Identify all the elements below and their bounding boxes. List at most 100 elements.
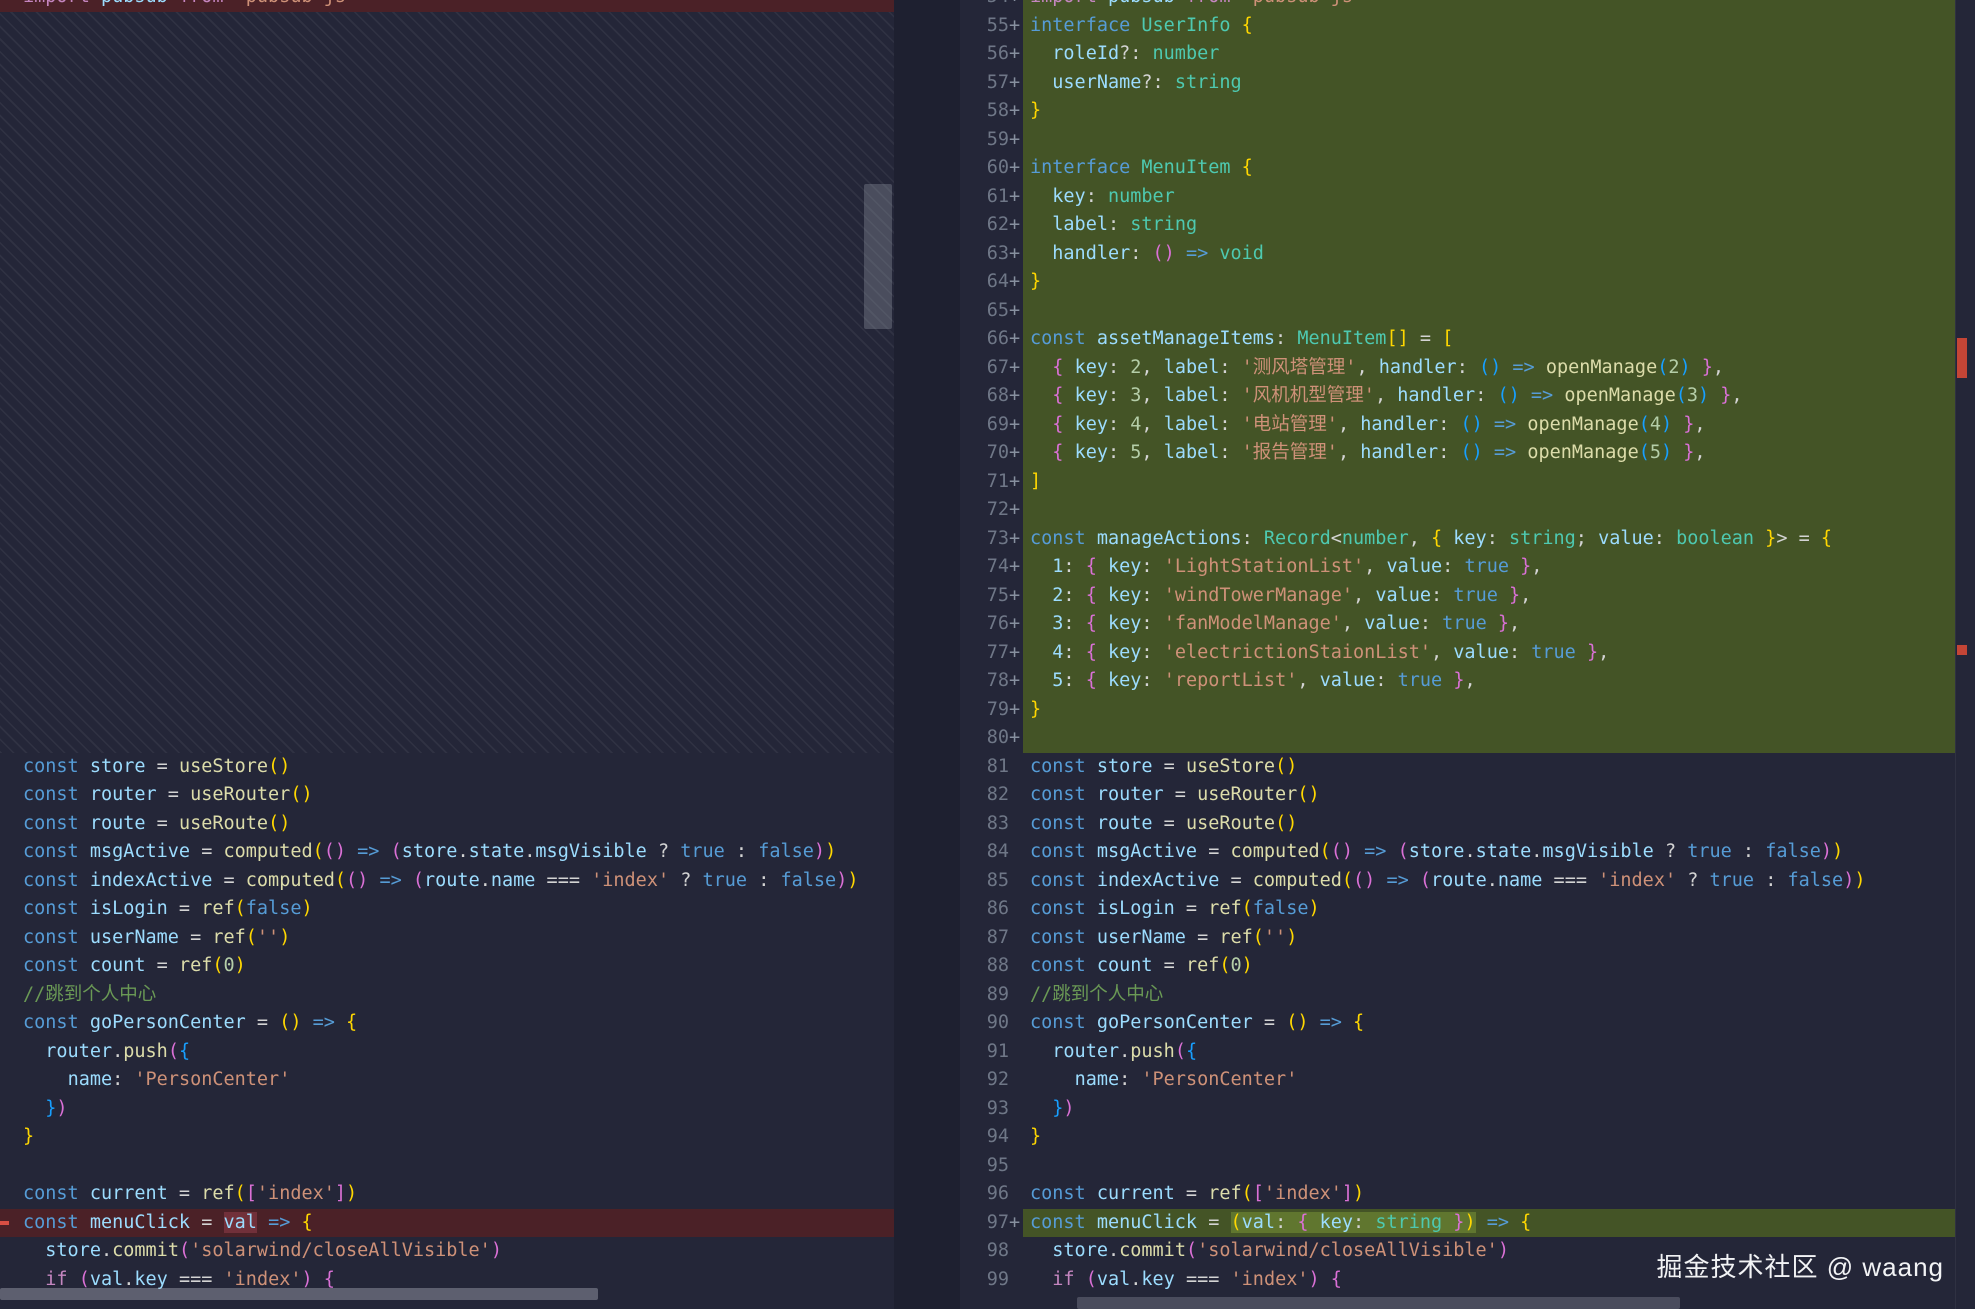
line-number-gutter[interactable]: 74+	[960, 553, 1023, 582]
line-number-gutter[interactable]: 81	[960, 753, 1023, 782]
code-line[interactable]: 67+ { key: 2, label: '测风塔管理', handler: (…	[960, 354, 1955, 383]
line-number-gutter[interactable]: 58+	[960, 97, 1023, 126]
line-number-gutter[interactable]: 55+	[960, 12, 1023, 41]
code-line[interactable]: //跳到个人中心	[0, 981, 894, 1010]
line-number-gutter[interactable]: 59+	[960, 126, 1023, 155]
code-line[interactable]: 95	[960, 1152, 1955, 1181]
line-number-gutter[interactable]: 70+	[960, 439, 1023, 468]
line-number-gutter[interactable]: 56+	[960, 40, 1023, 69]
line-number-gutter[interactable]: 97+	[960, 1209, 1023, 1238]
code-line[interactable]: 87const userName = ref('')	[960, 924, 1955, 953]
code-line[interactable]: router.push({	[0, 1038, 894, 1067]
code-line[interactable]: store.commit('solarwind/closeAllVisible'…	[0, 1237, 894, 1266]
code-line[interactable]: const count = ref(0)	[0, 952, 894, 981]
code-line[interactable]: 94}	[960, 1123, 1955, 1152]
code-line[interactable]: 80+	[960, 724, 1955, 753]
line-number-gutter[interactable]: 94	[960, 1123, 1023, 1152]
code-line[interactable]: })	[0, 1095, 894, 1124]
code-line[interactable]: 65+	[960, 297, 1955, 326]
line-number-gutter[interactable]: 87	[960, 924, 1023, 953]
line-number-gutter[interactable]: 79+	[960, 696, 1023, 725]
code-line[interactable]: 93 })	[960, 1095, 1955, 1124]
code-line[interactable]: 62+ label: string	[960, 211, 1955, 240]
line-number-gutter[interactable]: 71+	[960, 468, 1023, 497]
overview-ruler-diff-mark[interactable]	[1957, 645, 1967, 655]
code-line[interactable]: 85const indexActive = computed(() => (ro…	[960, 867, 1955, 896]
modified-editor-pane[interactable]: 54+import pubsub from 'pubsub-js'55+inte…	[960, 0, 1955, 1309]
line-number-gutter[interactable]: 80+	[960, 724, 1023, 753]
line-number-gutter[interactable]: 83	[960, 810, 1023, 839]
line-number-gutter[interactable]: 95	[960, 1152, 1023, 1181]
code-line[interactable]: 77+ 4: { key: 'electrictionStaionList', …	[960, 639, 1955, 668]
code-line[interactable]: 59+	[960, 126, 1955, 155]
code-line[interactable]: 91 router.push({	[960, 1038, 1955, 1067]
code-line[interactable]: 96const current = ref(['index'])	[960, 1180, 1955, 1209]
line-number-gutter[interactable]: 89	[960, 981, 1023, 1010]
code-line[interactable]: 58+}	[960, 97, 1955, 126]
line-number-gutter[interactable]: 82	[960, 781, 1023, 810]
line-number-gutter[interactable]: 57+	[960, 69, 1023, 98]
code-line[interactable]: 78+ 5: { key: 'reportList', value: true …	[960, 667, 1955, 696]
code-line[interactable]: 71+]	[960, 468, 1955, 497]
line-number-gutter[interactable]: 96	[960, 1180, 1023, 1209]
line-number-gutter[interactable]: 72+	[960, 496, 1023, 525]
left-vertical-scrollbar-thumb[interactable]	[864, 184, 892, 329]
code-line[interactable]: 61+ key: number	[960, 183, 1955, 212]
line-number-gutter[interactable]: 60+	[960, 154, 1023, 183]
code-line[interactable]: import pubsub from 'pubsub-js'	[0, 0, 894, 12]
line-number-gutter[interactable]: 90	[960, 1009, 1023, 1038]
code-line[interactable]: 73+const manageActions: Record<number, {…	[960, 525, 1955, 554]
line-number-gutter[interactable]: 98	[960, 1237, 1023, 1266]
line-number-gutter[interactable]: 66+	[960, 325, 1023, 354]
code-line[interactable]: const current = ref(['index'])	[0, 1180, 894, 1209]
code-line[interactable]: name: 'PersonCenter'	[0, 1066, 894, 1095]
code-line[interactable]: 60+interface MenuItem {	[960, 154, 1955, 183]
code-line[interactable]: 88const count = ref(0)	[960, 952, 1955, 981]
line-number-gutter[interactable]: 63+	[960, 240, 1023, 269]
code-line[interactable]: const userName = ref('')	[0, 924, 894, 953]
line-number-gutter[interactable]: 76+	[960, 610, 1023, 639]
line-number-gutter[interactable]: 61+	[960, 183, 1023, 212]
code-line[interactable]: 90const goPersonCenter = () => {	[960, 1009, 1955, 1038]
code-line[interactable]: const store = useStore()	[0, 753, 894, 782]
code-line[interactable]: 72+	[960, 496, 1955, 525]
code-line[interactable]: 66+const assetManageItems: MenuItem[] = …	[960, 325, 1955, 354]
line-number-gutter[interactable]: 88	[960, 952, 1023, 981]
code-line[interactable]: }	[0, 1123, 894, 1152]
code-line[interactable]: 81const store = useStore()	[960, 753, 1955, 782]
line-number-gutter[interactable]: 84	[960, 838, 1023, 867]
code-line[interactable]: 97+const menuClick = (val: { key: string…	[960, 1209, 1955, 1238]
code-line[interactable]: 76+ 3: { key: 'fanModelManage', value: t…	[960, 610, 1955, 639]
line-number-gutter[interactable]: 67+	[960, 354, 1023, 383]
code-line[interactable]: 92 name: 'PersonCenter'	[960, 1066, 1955, 1095]
code-line[interactable]: const goPersonCenter = () => {	[0, 1009, 894, 1038]
code-line[interactable]: const router = useRouter()	[0, 781, 894, 810]
code-line[interactable]: 70+ { key: 5, label: '报告管理', handler: ()…	[960, 439, 1955, 468]
code-line[interactable]: 86const isLogin = ref(false)	[960, 895, 1955, 924]
line-number-gutter[interactable]: 78+	[960, 667, 1023, 696]
code-line[interactable]: 84const msgActive = computed(() => (stor…	[960, 838, 1955, 867]
line-number-gutter[interactable]: 73+	[960, 525, 1023, 554]
code-line[interactable]: 54+import pubsub from 'pubsub-js'	[960, 0, 1955, 12]
code-line[interactable]: 74+ 1: { key: 'LightStationList', value:…	[960, 553, 1955, 582]
code-line[interactable]: 75+ 2: { key: 'windTowerManage', value: …	[960, 582, 1955, 611]
code-line[interactable]: 57+ userName?: string	[960, 69, 1955, 98]
line-number-gutter[interactable]: 85	[960, 867, 1023, 896]
line-number-gutter[interactable]: 99	[960, 1266, 1023, 1295]
original-editor-pane[interactable]: import pubsub from 'pubsub-js' const stor…	[0, 0, 894, 1309]
code-line[interactable]: const isLogin = ref(false)	[0, 895, 894, 924]
code-line[interactable]: const route = useRoute()	[0, 810, 894, 839]
code-line[interactable]: 83const route = useRoute()	[960, 810, 1955, 839]
line-number-gutter[interactable]: 75+	[960, 582, 1023, 611]
overview-ruler[interactable]	[1955, 0, 1975, 1309]
line-number-gutter[interactable]: 64+	[960, 268, 1023, 297]
code-line[interactable]: 64+}	[960, 268, 1955, 297]
code-line[interactable]: 63+ handler: () => void	[960, 240, 1955, 269]
pane-divider[interactable]	[894, 0, 960, 1309]
code-line[interactable]: 69+ { key: 4, label: '电站管理', handler: ()…	[960, 411, 1955, 440]
code-line[interactable]: const msgActive = computed(() => (store.…	[0, 838, 894, 867]
line-number-gutter[interactable]: 91	[960, 1038, 1023, 1067]
line-number-gutter[interactable]: 68+	[960, 382, 1023, 411]
line-number-gutter[interactable]: 92	[960, 1066, 1023, 1095]
code-line[interactable]: 89//跳到个人中心	[960, 981, 1955, 1010]
